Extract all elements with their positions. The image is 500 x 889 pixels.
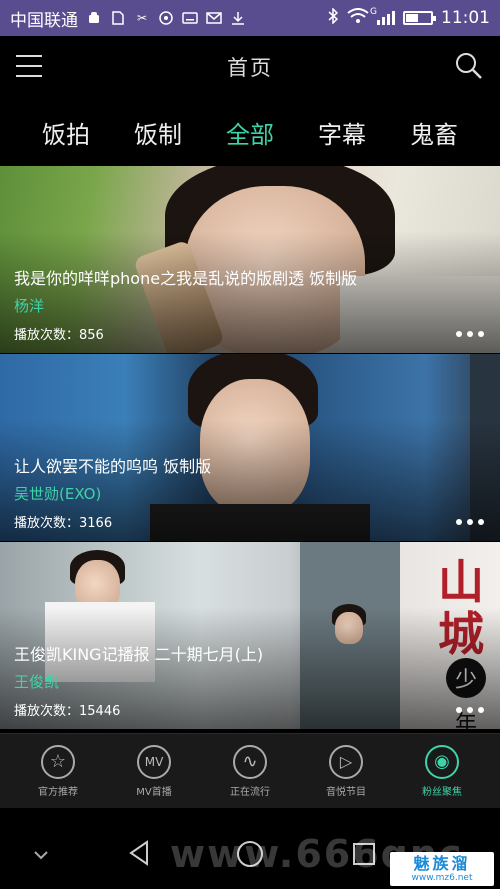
video-card[interactable]: 让人欲罢不能的呜呜 饭制版 吴世勋(EXO) 播放次数：3166 <box>0 354 500 541</box>
nav-yinyue-shows[interactable]: ▷ 音悦节目 <box>306 744 386 798</box>
tab-fanzhi[interactable]: 饭制 <box>134 115 182 150</box>
video-feed: 我是你的咩咩phone之我是乱说的版剧透 饭制版 杨洋 播放次数：856 让人欲… <box>0 166 500 732</box>
video-card[interactable]: 我是你的咩咩phone之我是乱说的版剧透 饭制版 杨洋 播放次数：856 <box>0 166 500 353</box>
tab-subtitles[interactable]: 字幕 <box>318 115 366 150</box>
clock: 11:01 <box>441 8 490 28</box>
more-options-button[interactable] <box>456 331 484 337</box>
menu-icon <box>16 55 42 57</box>
nav-mv-premiere[interactable]: MV MV首播 <box>114 744 194 798</box>
mv-icon: MV <box>137 744 171 779</box>
tab-guichu[interactable]: 鬼畜 <box>410 115 458 150</box>
play-count: 播放次数：856 <box>14 328 104 343</box>
carrier-label: 中国联通 <box>10 10 78 31</box>
video-title: 王俊凯KING记播报 二十期七月(上) <box>14 645 264 664</box>
nav-label: MV首播 <box>136 786 172 798</box>
app-header: 首页 <box>0 36 500 98</box>
nav-official-recommend[interactable]: ☆ 官方推荐 <box>18 744 98 798</box>
bluetooth-icon <box>327 6 339 29</box>
signal-icon: G <box>370 7 395 25</box>
category-tabs: 饭拍 饭制 全部 字幕 鬼畜 <box>0 98 500 166</box>
video-title: 我是你的咩咩phone之我是乱说的版剧透 饭制版 <box>14 269 358 288</box>
star-icon: ☆ <box>41 744 75 779</box>
nav-label: 官方推荐 <box>38 786 78 798</box>
nav-label: 音悦节目 <box>326 786 366 798</box>
brand-url: www.mz6.net <box>411 872 473 883</box>
trend-icon: ∿ <box>233 744 267 779</box>
tab-all[interactable]: 全部 <box>226 115 274 150</box>
scissors-icon: ✂ <box>136 11 148 25</box>
fans-icon: ◉ <box>425 744 459 779</box>
more-options-button[interactable] <box>456 519 484 525</box>
battery-icon <box>403 11 436 25</box>
nav-label: 正在流行 <box>230 786 270 798</box>
menu-button[interactable] <box>16 55 42 77</box>
play-icon: ▷ <box>329 744 363 779</box>
search-button[interactable] <box>454 51 484 81</box>
video-title: 让人欲罢不能的呜呜 饭制版 <box>14 457 212 476</box>
more-options-button[interactable] <box>456 707 484 713</box>
nav-fan-focus[interactable]: ◉ 粉丝聚焦 <box>402 744 482 798</box>
nav-label: 粉丝聚焦 <box>422 786 462 798</box>
page-title: 首页 <box>227 56 273 80</box>
bottom-navigation: ☆ 官方推荐 MV MV首播 ∿ 正在流行 ▷ 音悦节目 ◉ 粉丝聚焦 <box>0 733 500 808</box>
video-card[interactable]: 山 城 少 年 王俊凯KING记播报 二十期七月(上) 王俊凯 播放次数：154… <box>0 542 500 729</box>
play-count: 播放次数：3166 <box>14 516 113 531</box>
nav-trending[interactable]: ∿ 正在流行 <box>210 744 290 798</box>
weibo-icon <box>158 10 174 26</box>
chevron-down-icon <box>34 851 48 860</box>
artist-name[interactable]: 王俊凯 <box>14 671 440 692</box>
search-icon <box>456 53 482 79</box>
mail-icon <box>206 10 222 26</box>
collapse-button[interactable] <box>32 846 50 865</box>
back-button[interactable] <box>128 840 150 870</box>
brand-name: 魅族溜 <box>413 853 471 873</box>
keyboard-icon <box>182 10 198 26</box>
wifi-icon <box>347 7 369 29</box>
download-icon <box>230 10 246 26</box>
artist-name[interactable]: 杨洋 <box>14 295 440 316</box>
back-icon <box>129 840 148 866</box>
tab-fanpai[interactable]: 饭拍 <box>42 115 90 150</box>
sim-icon <box>110 10 126 26</box>
android-icon <box>86 10 102 26</box>
signal-type-label: G <box>370 7 377 17</box>
brand-badge: 魅族溜 www.mz6.net <box>390 852 494 886</box>
artist-name[interactable]: 吴世勋(EXO) <box>14 483 440 504</box>
play-count: 播放次数：15446 <box>14 704 121 719</box>
status-bar: 中国联通 ✂ G 11:01 <box>0 0 500 36</box>
